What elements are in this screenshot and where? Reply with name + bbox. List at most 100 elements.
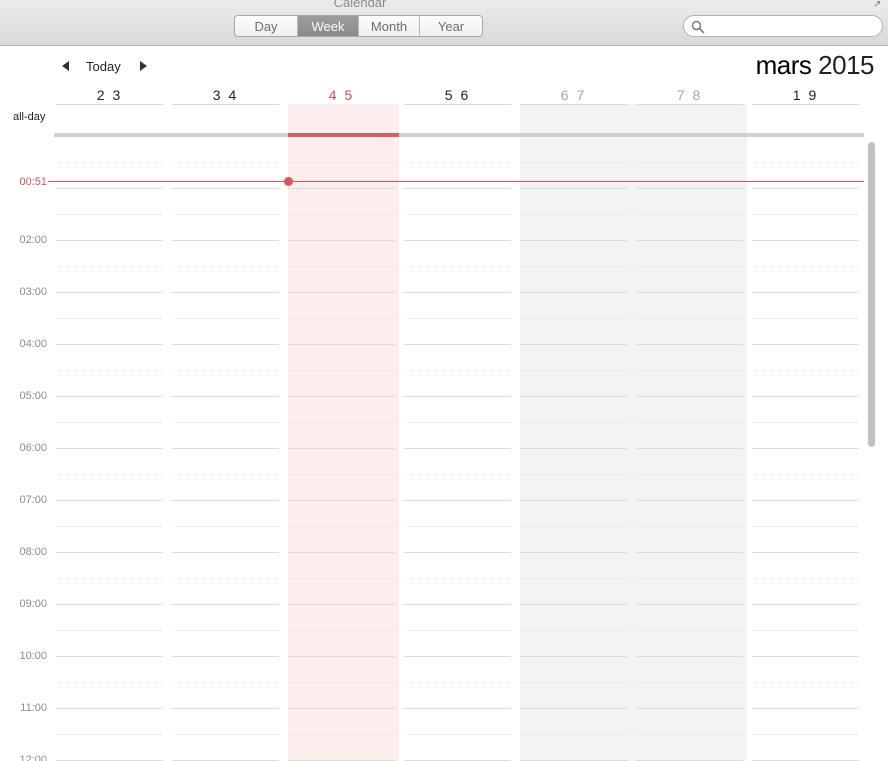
hour-line [56, 708, 163, 709]
vertical-scrollbar[interactable] [865, 137, 879, 761]
hour-line [636, 500, 743, 501]
hour-line [172, 448, 279, 449]
hour-line [404, 656, 511, 657]
current-time-dot [284, 177, 293, 186]
hour-line [520, 656, 627, 657]
half-hour-line [172, 630, 279, 631]
half-hour-line [404, 266, 511, 267]
half-hour-line [752, 682, 859, 683]
day-divider [56, 104, 163, 105]
hour-label: 11:00 [20, 702, 47, 714]
hour-line [288, 292, 395, 293]
hour-line [636, 604, 743, 605]
half-hour-line [172, 734, 279, 735]
hour-line [56, 292, 163, 293]
half-hour-line [172, 474, 279, 475]
hour-line [520, 708, 627, 709]
hour-line [404, 552, 511, 553]
hour-line [404, 292, 511, 293]
hour-line [636, 292, 743, 293]
year: 2015 [818, 50, 874, 80]
half-hour-line [56, 214, 163, 215]
half-hour-line [520, 266, 627, 267]
hour-line [520, 188, 627, 189]
half-hour-line [636, 318, 743, 319]
hour-line [752, 656, 859, 657]
search-input[interactable] [708, 18, 876, 34]
half-hour-line [172, 214, 279, 215]
hour-line [56, 656, 163, 657]
hour-line [752, 240, 859, 241]
half-hour-line [172, 578, 279, 579]
day-header: 5 6 [444, 87, 471, 103]
hour-label: 08:00 [19, 546, 47, 558]
half-hour-line [520, 214, 627, 215]
half-hour-line [404, 474, 511, 475]
fullscreen-icon[interactable]: ↗ [873, 0, 883, 10]
half-hour-line [520, 370, 627, 371]
prev-week-button[interactable] [59, 59, 73, 73]
hour-line [288, 448, 395, 449]
toolbar: Calendar ↗ Day Week Month Year [0, 0, 888, 46]
hour-line [404, 448, 511, 449]
hour-line [56, 500, 163, 501]
hour-line [404, 188, 511, 189]
half-hour-line [404, 630, 511, 631]
hour-line [56, 552, 163, 553]
search-box[interactable] [683, 15, 883, 37]
hour-line [520, 552, 627, 553]
half-hour-line [56, 682, 163, 683]
hour-line [520, 344, 627, 345]
weekend-column[interactable] [520, 104, 747, 761]
view-day-button[interactable]: Day [235, 16, 298, 36]
scrollbar-thumb[interactable] [868, 142, 875, 447]
view-year-button[interactable]: Year [420, 16, 482, 36]
hour-label: 02:00 [19, 234, 47, 246]
half-hour-line [404, 682, 511, 683]
half-hour-line [752, 318, 859, 319]
day-divider [636, 104, 743, 105]
window-title: Calendar [333, 0, 387, 10]
hour-line [56, 604, 163, 605]
view-switcher: Day Week Month Year [234, 15, 483, 37]
half-hour-line [636, 630, 743, 631]
hour-line [288, 188, 395, 189]
hour-line [520, 292, 627, 293]
day-header: 1 9 [792, 87, 819, 103]
half-hour-line [172, 682, 279, 683]
half-hour-line [752, 526, 859, 527]
hour-line [752, 344, 859, 345]
half-hour-line [404, 734, 511, 735]
hour-line [172, 292, 279, 293]
today-all-day-marker [288, 133, 399, 137]
half-hour-line [56, 526, 163, 527]
half-hour-line [288, 266, 395, 267]
day-header-today: 4 5 [328, 87, 355, 103]
half-hour-line [636, 422, 743, 423]
half-hour-line [636, 474, 743, 475]
hour-line [288, 656, 395, 657]
all-day-label: all-day [13, 111, 46, 123]
hour-line [172, 552, 279, 553]
half-hour-line [172, 162, 279, 163]
hour-line [404, 604, 511, 605]
hour-line [56, 448, 163, 449]
half-hour-line [288, 526, 395, 527]
hour-label: 10:00 [19, 650, 47, 662]
half-hour-line [288, 474, 395, 475]
view-week-button[interactable]: Week [298, 16, 359, 36]
half-hour-line [172, 526, 279, 527]
search-icon [691, 20, 705, 34]
today-column[interactable] [288, 104, 399, 761]
view-month-button[interactable]: Month [359, 16, 420, 36]
half-hour-line [752, 214, 859, 215]
half-hour-line [520, 682, 627, 683]
hour-line [520, 500, 627, 501]
current-time-line [48, 181, 864, 182]
half-hour-line [56, 266, 163, 267]
half-hour-line [288, 214, 395, 215]
hour-line [172, 500, 279, 501]
next-week-button[interactable] [136, 59, 150, 73]
hour-line [404, 344, 511, 345]
today-button[interactable]: Today [86, 59, 121, 74]
